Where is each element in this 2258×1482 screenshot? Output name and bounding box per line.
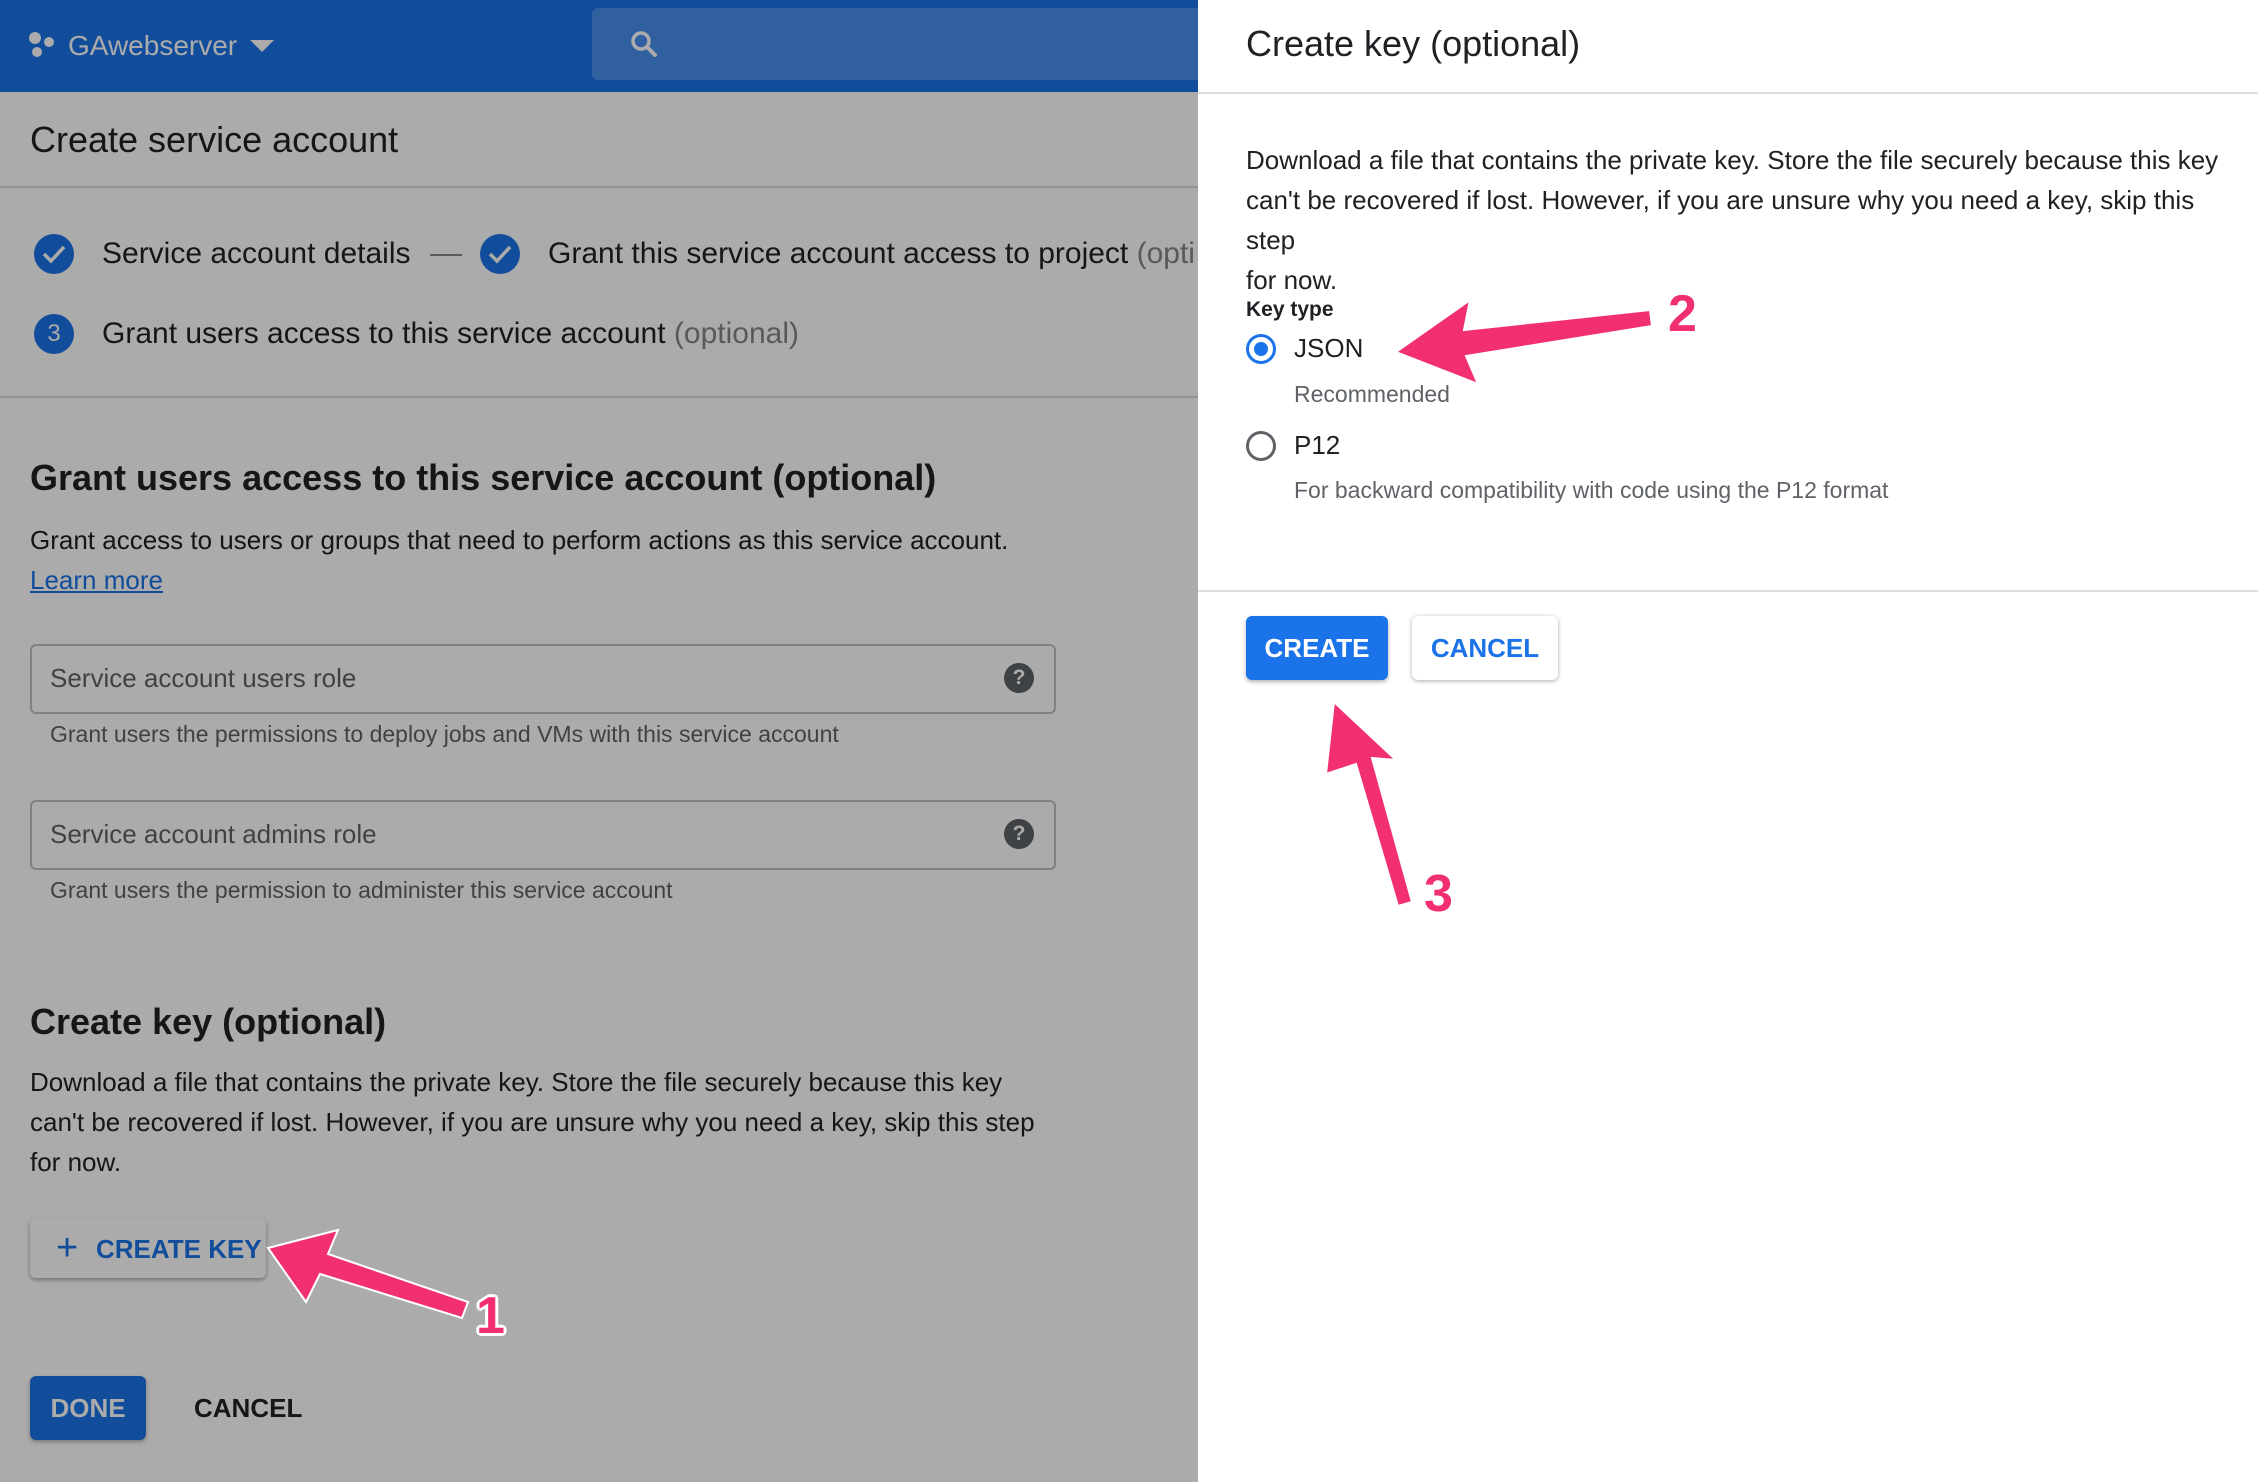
annotation-number: 1 — [476, 1287, 505, 1345]
annotation-number: 2 — [1668, 285, 1697, 343]
arrow-1-icon — [266, 1228, 470, 1320]
annotation-number: 3 — [1424, 865, 1453, 923]
arrow-3-icon — [1324, 699, 1414, 908]
annotation-arrows — [266, 297, 1654, 1320]
arrow-2-icon — [1393, 297, 1654, 386]
